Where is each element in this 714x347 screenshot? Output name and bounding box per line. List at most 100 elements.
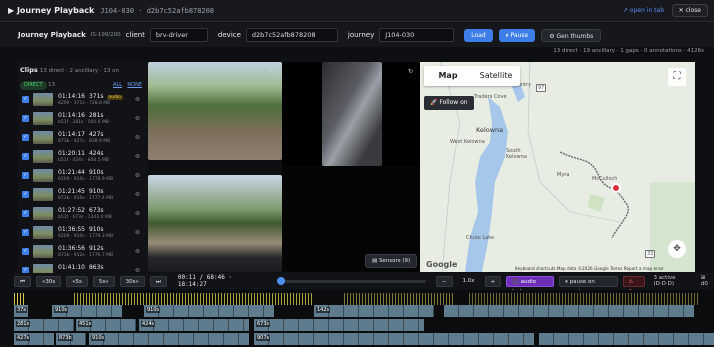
- camera-icon[interactable]: ⊚: [135, 191, 140, 198]
- pause-button[interactable]: ⏸ Pause: [498, 28, 536, 42]
- clip-checkbox[interactable]: ✓: [22, 191, 29, 198]
- clip-strip-label: 910s: [91, 335, 106, 341]
- satellite-tab[interactable]: Satellite: [472, 66, 520, 86]
- timeline-row[interactable]: 281s 451s 424s 673s: [14, 319, 714, 331]
- clip-row[interactable]: ✓ 01:36:56 912s 873b · 912s · 1776.7 MB ⊚: [18, 243, 148, 262]
- rotate-icon[interactable]: ↻: [270, 68, 275, 75]
- client-input[interactable]: brv-driver: [149, 28, 208, 42]
- clip-strip[interactable]: 910s: [144, 305, 274, 317]
- audio-lock-button[interactable]: 🎧 audio lock: [506, 275, 555, 295]
- clip-row[interactable]: ✓ 01:21:45 910s 873b · 910s · 1777.4 MB ⊚: [18, 186, 148, 205]
- clip-strip[interactable]: [539, 333, 714, 345]
- map-canvas: [439, 62, 695, 272]
- device-input[interactable]: d2b7c52afb878208: [245, 28, 338, 42]
- back-5s-button[interactable]: «5s: [66, 275, 88, 287]
- forward-30s-button[interactable]: 30s»: [119, 275, 145, 287]
- clip-checkbox[interactable]: ✓: [22, 248, 29, 255]
- select-none-link[interactable]: NONE: [127, 82, 142, 88]
- clip-checkbox[interactable]: ✓: [22, 115, 29, 122]
- select-all-link[interactable]: ALL: [113, 82, 122, 88]
- clip-row[interactable]: ✓ 01:36:55 910s 6209 · 910s · 1779.3 MB ⊚: [18, 224, 148, 243]
- count: IS-199/200: [90, 32, 121, 38]
- close-button[interactable]: ✕ close: [671, 4, 708, 17]
- clip-strip[interactable]: [444, 305, 694, 317]
- camera-icon[interactable]: ⊚: [135, 134, 140, 141]
- compass-icon[interactable]: ✥: [668, 240, 686, 258]
- clip-row[interactable]: ✓ 01:14:17 427s 873b · 427s · 838.9 MB ⊚: [18, 129, 148, 148]
- title-bar: ▶ Journey Playback J104-030 · d2b7c52afb…: [0, 0, 714, 22]
- journey-subtitle: J104-030 · d2b7c52afb878208: [100, 6, 215, 15]
- clip-strip[interactable]: 424s: [139, 319, 249, 331]
- clip-meta: 6209 · 371s · 728.8 MB: [58, 101, 111, 106]
- clip-strip[interactable]: 281s: [14, 319, 74, 331]
- clip-strip[interactable]: 910s: [89, 333, 249, 345]
- clips-panel: Clips 13 direct · 2 ancillary · 13 on DI…: [18, 62, 148, 277]
- camera-icon[interactable]: ⊚: [135, 172, 140, 179]
- skip-end-button[interactable]: ⏭: [149, 275, 167, 287]
- camera-icon[interactable]: ⊚: [135, 96, 140, 103]
- camera-icon[interactable]: ⊚: [135, 229, 140, 236]
- clip-thumbnail: [33, 207, 53, 220]
- d0-toggle[interactable]: ⊞ d0: [701, 275, 714, 287]
- clip-row[interactable]: ✓ 01:14:16 281s b51f · 281s · 560.6 MB ⊚: [18, 110, 148, 129]
- fullscreen-icon[interactable]: ⛶: [668, 68, 686, 86]
- timeline-row[interactable]: 37s 910s 910s 142s: [14, 305, 714, 317]
- rotate-icon[interactable]: ↻: [270, 175, 275, 182]
- clip-strip[interactable]: 451s: [76, 319, 136, 331]
- clip-row[interactable]: ✓ 01:21:44 910s 6209 · 910s · 1778.9 MB ⊚: [18, 167, 148, 186]
- clip-checkbox[interactable]: ✓: [22, 210, 29, 217]
- journey-input[interactable]: J104-030: [379, 28, 455, 42]
- clip-strip[interactable]: 873b: [56, 333, 86, 345]
- clip-strip-label: 673s: [256, 321, 271, 327]
- clip-title: 01:21:45 910s: [58, 188, 104, 195]
- sensors-button[interactable]: ▤ Sensors (9): [365, 254, 418, 268]
- clip-strip-label: 451s: [78, 321, 93, 327]
- clip-thumbnail: [33, 131, 53, 144]
- skip-start-button[interactable]: ⏮: [14, 275, 31, 287]
- timeline-row[interactable]: 427s 873b 910s 907s: [14, 333, 714, 345]
- camera-icon[interactable]: ⊚: [135, 248, 140, 255]
- clip-row[interactable]: ✓ 01:14:16 371s audio 6209 · 371s · 728.8 MB…: [18, 91, 148, 110]
- clip-row[interactable]: ✓ 01:27:52 673s b51f · 673s · 1343.0 MB ⊚: [18, 205, 148, 224]
- clip-strip[interactable]: 37s: [14, 305, 28, 317]
- pause-on-annot-button[interactable]: ⏸ pause on annot: [559, 275, 618, 295]
- clip-checkbox[interactable]: ✓: [22, 172, 29, 179]
- clip-title: 01:21:44 910s: [58, 169, 104, 176]
- map-label-myra: Myra: [557, 172, 570, 178]
- map-attribution[interactable]: Keyboard shortcuts Map data ©2026 Google…: [515, 266, 664, 271]
- clip-checkbox[interactable]: ✓: [22, 153, 29, 160]
- clip-strip[interactable]: 907s: [254, 333, 534, 345]
- map[interactable]: Kelowna West Kelowna South Kelowna Lake …: [420, 62, 695, 272]
- speed-down-button[interactable]: −: [435, 275, 453, 287]
- timeline[interactable]: 37s 910s 910s 142s 281s 451s 424s 673s 427s 873…: [14, 290, 714, 347]
- rotate-icon[interactable]: ↻: [408, 68, 413, 75]
- map-label-traders-cove: Traders Cove: [474, 94, 507, 100]
- video-side[interactable]: [322, 62, 382, 166]
- clip-meta: b51f · 281s · 560.6 MB: [58, 120, 109, 125]
- clip-checkbox[interactable]: ✓: [22, 229, 29, 236]
- clip-strip[interactable]: 673s: [254, 319, 424, 331]
- seek-handle[interactable]: [277, 276, 286, 285]
- camera-icon[interactable]: ⊚: [135, 115, 140, 122]
- clip-row[interactable]: ✓ 01:20:11 424s b51f · 424s · 868.5 MB ⊚: [18, 148, 148, 167]
- seek-slider[interactable]: [277, 276, 426, 285]
- alerts-badge[interactable]: ⚠ 0: [622, 275, 645, 295]
- speed-up-button[interactable]: +: [484, 275, 502, 287]
- gen-thumbs-button[interactable]: ⚙ Gen thumbs: [541, 28, 602, 42]
- video-road[interactable]: [148, 175, 282, 272]
- clip-checkbox[interactable]: ✓: [22, 96, 29, 103]
- camera-icon[interactable]: ⊚: [135, 153, 140, 160]
- load-button[interactable]: Load: [464, 28, 493, 42]
- forward-5s-button[interactable]: 5s»: [92, 275, 115, 287]
- video-front[interactable]: [148, 62, 282, 160]
- follow-button[interactable]: 🚀 Follow on: [424, 96, 474, 110]
- camera-icon[interactable]: ⊚: [135, 210, 140, 217]
- clip-strip[interactable]: 910s: [52, 305, 122, 317]
- map-tab[interactable]: Map: [424, 66, 472, 86]
- hwy-33-shield: 33: [645, 250, 656, 258]
- clip-strip[interactable]: 427s: [14, 333, 54, 345]
- open-in-tab-link[interactable]: ↗ open in tab: [623, 7, 664, 14]
- back-30s-button[interactable]: «30s: [35, 275, 62, 287]
- clip-checkbox[interactable]: ✓: [22, 134, 29, 141]
- clip-strip[interactable]: 142s: [314, 305, 434, 317]
